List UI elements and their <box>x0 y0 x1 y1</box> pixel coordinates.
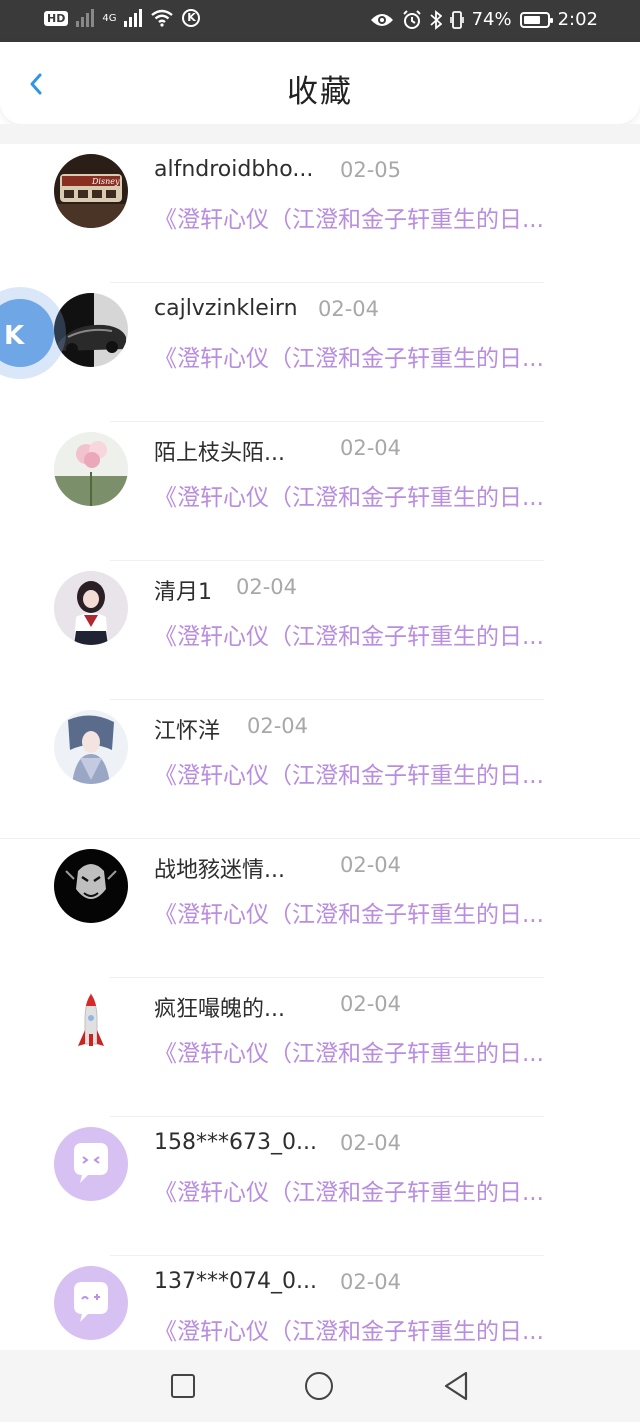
avatar[interactable] <box>54 849 128 923</box>
status-bar: HD 4G K 74% 2:02 <box>0 0 640 42</box>
header-spacer <box>0 124 640 144</box>
svg-text:Disney: Disney <box>91 177 120 186</box>
status-right-icons: 74% 2:02 <box>370 9 598 30</box>
list-item[interactable]: 江怀洋 02-04 《澄轩心仪（江澄和金子轩重生的日... <box>0 700 640 839</box>
user-name: alfndroidbho... <box>154 157 314 182</box>
date-label: 02-04 <box>340 853 402 877</box>
square-recent-icon[interactable] <box>171 1374 195 1398</box>
date-label: 02-04 <box>318 297 380 321</box>
clock-time: 2:02 <box>557 9 598 30</box>
book-title: 《澄轩心仪（江澄和金子轩重生的日... <box>154 902 544 928</box>
user-name: 江怀洋 <box>154 719 221 744</box>
list-item[interactable]: cajlvzinkleirn 02-04 《澄轩心仪（江澄和金子轩重生的日... <box>0 283 640 422</box>
book-title: 《澄轩心仪（江澄和金子轩重生的日... <box>154 1041 544 1067</box>
vibrate-icon <box>449 10 464 29</box>
avatar[interactable] <box>54 988 128 1062</box>
list-item[interactable]: 158***673_0... 02-04 《澄轩心仪（江澄和金子轩重生的日... <box>0 1117 640 1256</box>
date-label: 02-05 <box>340 158 402 182</box>
avatar[interactable] <box>54 571 128 645</box>
wifi-icon <box>151 9 174 27</box>
date-label: 02-04 <box>340 436 402 460</box>
book-title: 《澄轩心仪（江澄和金子轩重生的日... <box>154 207 544 233</box>
alarm-icon <box>402 9 421 29</box>
list-item[interactable]: 疯狂嘬魄的... 02-04 《澄轩心仪（江澄和金子轩重生的日... <box>0 978 640 1117</box>
avatar[interactable] <box>54 1127 128 1201</box>
user-name: 158***673_0... <box>154 1130 317 1155</box>
network-type-label: 4G <box>102 12 117 24</box>
signal-icon-dim <box>76 9 95 27</box>
list-item[interactable]: 战地豥迷情... 02-04 《澄轩心仪（江澄和金子轩重生的日... <box>0 839 640 978</box>
system-nav-bar <box>0 1350 640 1422</box>
hd-badge: HD <box>44 10 69 26</box>
user-name: cajlvzinkleirn <box>154 296 298 321</box>
date-label: 02-04 <box>236 575 298 599</box>
avatar[interactable]: Disney <box>54 154 128 228</box>
circle-home-icon[interactable] <box>305 1372 333 1400</box>
date-label: 02-04 <box>340 1131 402 1155</box>
book-title: 《澄轩心仪（江澄和金子轩重生的日... <box>154 1180 544 1206</box>
signal-icon <box>124 9 143 27</box>
book-title: 《澄轩心仪（江澄和金子轩重生的日... <box>154 485 544 511</box>
list-item[interactable]: Disney alfndroidbho... 02-05 《澄轩心仪（江澄和金子… <box>0 144 640 283</box>
page-title: 收藏 <box>287 74 353 110</box>
eye-icon <box>370 13 393 26</box>
avatar[interactable] <box>54 432 128 506</box>
top-app-bar: 收藏 <box>0 42 640 124</box>
date-label: 02-04 <box>340 992 402 1016</box>
date-label: 02-04 <box>340 1270 402 1294</box>
user-name: 137***074_0... <box>154 1269 317 1294</box>
battery-percent: 74% <box>471 9 512 30</box>
avatar[interactable] <box>54 1266 128 1340</box>
bluetooth-icon <box>429 9 442 30</box>
k-logo-icon: K <box>4 321 25 351</box>
user-name: 战地豥迷情... <box>154 858 285 883</box>
user-name: 陌上枝头陌... <box>154 441 285 466</box>
triangle-back-icon[interactable] <box>442 1370 470 1402</box>
favorites-list: Disney alfndroidbho... 02-05 《澄轩心仪（江澄和金子… <box>0 144 640 1395</box>
avatar[interactable] <box>54 710 128 784</box>
list-item[interactable]: 清月1 02-04 《澄轩心仪（江澄和金子轩重生的日... <box>0 561 640 700</box>
k-app-icon: K <box>182 9 201 27</box>
date-label: 02-04 <box>247 714 309 738</box>
book-title: 《澄轩心仪（江澄和金子轩重生的日... <box>154 1319 544 1345</box>
user-name: 疯狂嘬魄的... <box>154 997 285 1022</box>
user-name: 清月1 <box>154 580 212 605</box>
floating-button-core: K <box>0 299 54 367</box>
battery-icon <box>519 11 553 28</box>
book-title: 《澄轩心仪（江澄和金子轩重生的日... <box>154 346 544 372</box>
book-title: 《澄轩心仪（江澄和金子轩重生的日... <box>154 624 544 650</box>
status-left-icons: HD 4G K <box>44 9 201 27</box>
book-title: 《澄轩心仪（江澄和金子轩重生的日... <box>154 763 544 789</box>
list-item[interactable]: 陌上枝头陌... 02-04 《澄轩心仪（江澄和金子轩重生的日... <box>0 422 640 561</box>
